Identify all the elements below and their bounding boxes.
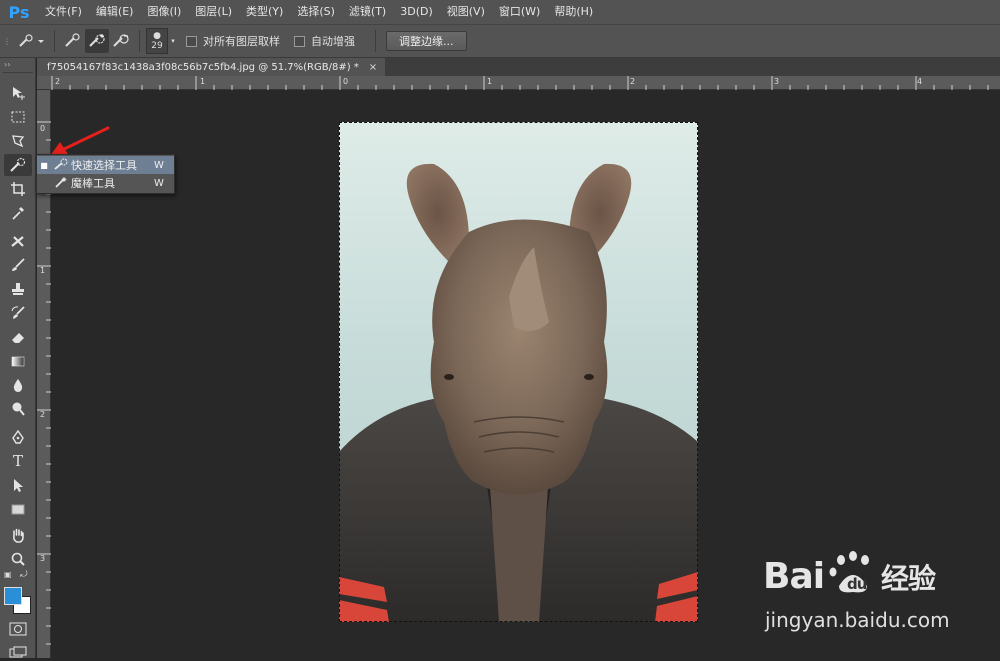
rectangle-tool-icon[interactable] [4, 498, 32, 520]
panel-collapse-icon[interactable]: ›› [4, 60, 10, 69]
clone-stamp-tool-icon[interactable] [4, 278, 32, 300]
menu-bar: Ps 文件(F) 编辑(E) 图像(I) 图层(L) 类型(Y) 选择(S) 滤… [0, 0, 1000, 24]
menu-edit[interactable]: 编辑(E) [89, 0, 141, 24]
quick-selection-tool-icon[interactable] [4, 154, 32, 176]
gradient-tool-icon[interactable] [4, 350, 32, 372]
magic-wand-icon [51, 176, 71, 191]
separator [139, 30, 140, 52]
pen-tool-icon[interactable] [4, 426, 32, 448]
menu-image[interactable]: 图像(I) [140, 0, 188, 24]
menu-select[interactable]: 选择(S) [290, 0, 342, 24]
brush-picker-dropdown-icon[interactable]: ▾ [168, 29, 178, 53]
horizontal-ruler: 2 1 0 1 2 3 4 [37, 76, 1000, 90]
baidu-jingyan-logo: Bai du 经验 [763, 548, 973, 607]
brush-size-picker[interactable]: ● 29 [146, 28, 168, 54]
selected-bullet-icon: ■ [40, 160, 48, 170]
brush-subtract-icon [113, 34, 129, 47]
tools-panel: ›› T ▣ ⤾ [0, 58, 36, 658]
ruler-label: 2 [55, 77, 61, 86]
flyout-item-quick-selection[interactable]: ■ 快速选择工具 W [37, 156, 174, 174]
menu-help[interactable]: 帮助(H) [547, 0, 600, 24]
crop-tool-icon[interactable] [4, 178, 32, 200]
marquee-tool-icon[interactable] [4, 106, 32, 128]
menu-window[interactable]: 窗口(W) [492, 0, 547, 24]
ruler-label: 1 [200, 77, 206, 86]
default-colors-icon[interactable]: ▣ [4, 570, 12, 579]
move-tool-icon[interactable] [4, 82, 32, 104]
type-tool-icon[interactable]: T [4, 450, 32, 472]
brush-selection-icon [65, 33, 80, 47]
ruler-label: 0 [343, 77, 349, 86]
sample-all-layers-label: 对所有图层取样 [203, 35, 280, 48]
menu-type[interactable]: 类型(Y) [239, 0, 290, 24]
new-selection-button[interactable] [61, 29, 85, 53]
flyout-label: 魔棒工具 [71, 177, 115, 190]
flyout-shortcut: W [154, 177, 164, 189]
sample-all-layers-checkbox[interactable] [186, 35, 197, 47]
tool-preset-picker[interactable] [14, 29, 48, 53]
refine-edge-button[interactable]: 调整边缘... [386, 31, 467, 51]
screen-mode-icon[interactable] [9, 646, 27, 661]
svg-text:Bai: Bai [763, 556, 824, 597]
foreground-color-swatch[interactable] [4, 587, 22, 605]
menu-filter[interactable]: 滤镜(T) [342, 0, 393, 24]
ruler-label: 2 [630, 77, 636, 86]
path-selection-tool-icon[interactable] [4, 474, 32, 496]
menu-view[interactable]: 视图(V) [440, 0, 492, 24]
history-brush-tool-icon[interactable] [4, 302, 32, 324]
menu-3d[interactable]: 3D(D) [393, 0, 440, 24]
ruler-label: 2 [40, 410, 46, 419]
hand-tool-icon[interactable] [4, 524, 32, 546]
ruler-ticks [51, 76, 989, 90]
ruler-label: 1 [487, 77, 493, 86]
quick-mask-icon[interactable] [9, 622, 27, 639]
add-to-selection-button[interactable] [85, 29, 109, 53]
auto-enhance-label: 自动增强 [311, 35, 355, 48]
brush-dot-icon: ● [153, 30, 161, 41]
close-icon[interactable]: × [369, 62, 377, 73]
healing-brush-tool-icon[interactable] [4, 230, 32, 252]
flyout-item-magic-wand[interactable]: 魔棒工具 W [37, 174, 174, 192]
lasso-tool-icon[interactable] [4, 130, 32, 152]
eyedropper-tool-icon[interactable] [4, 202, 32, 224]
ruler-label: 3 [40, 554, 46, 563]
ruler-label: 3 [774, 77, 780, 86]
flyout-label: 快速选择工具 [71, 159, 137, 172]
subtract-from-selection-button[interactable] [109, 29, 133, 53]
photo-illustration [339, 163, 698, 622]
options-bar: ⋮ ● 29 ▾ 对所有图层取样 自动增强 调整边缘... [0, 24, 1000, 58]
separator [375, 30, 376, 52]
blur-tool-icon[interactable] [4, 374, 32, 396]
watermark-url: jingyan.baidu.com [765, 608, 950, 632]
auto-enhance-checkbox[interactable] [294, 35, 305, 47]
brush-size-value: 29 [151, 40, 163, 51]
document-tab-bar: f75054167f83c1438a3f08c56b7c5fb4.jpg @ 5… [37, 58, 1000, 76]
dodge-tool-icon[interactable] [4, 398, 32, 420]
document-tab-title: f75054167f83c1438a3f08c56b7c5fb4.jpg @ 5… [47, 61, 359, 73]
ruler-label: 1 [40, 266, 46, 275]
flyout-shortcut: W [154, 159, 164, 171]
quick-selection-icon [19, 34, 44, 47]
svg-text:经验: 经验 [881, 562, 936, 595]
document-tab[interactable]: f75054167f83c1438a3f08c56b7c5fb4.jpg @ 5… [37, 58, 386, 76]
brush-tool-icon[interactable] [4, 254, 32, 276]
menu-layer[interactable]: 图层(L) [188, 0, 239, 24]
quick-selection-icon [51, 158, 71, 173]
baidu-jingyan-watermark: Bai du 经验 jingyan.baidu.com [763, 548, 973, 648]
photoshop-logo: Ps [8, 2, 30, 22]
rhino-in-leather-jacket-photo[interactable] [339, 122, 698, 622]
svg-text:du: du [847, 575, 867, 593]
selection-tools-flyout: ■ 快速选择工具 W 魔棒工具 W [36, 154, 175, 194]
swap-colors-icon[interactable]: ⤾ [20, 570, 28, 580]
zoom-tool-icon[interactable] [4, 548, 32, 570]
brush-add-icon [89, 34, 105, 47]
grip-icon: ⋮ [3, 36, 11, 46]
separator [54, 30, 55, 52]
ruler-label: 4 [917, 77, 923, 86]
menu-file[interactable]: 文件(F) [38, 0, 89, 24]
eraser-tool-icon[interactable] [4, 326, 32, 348]
